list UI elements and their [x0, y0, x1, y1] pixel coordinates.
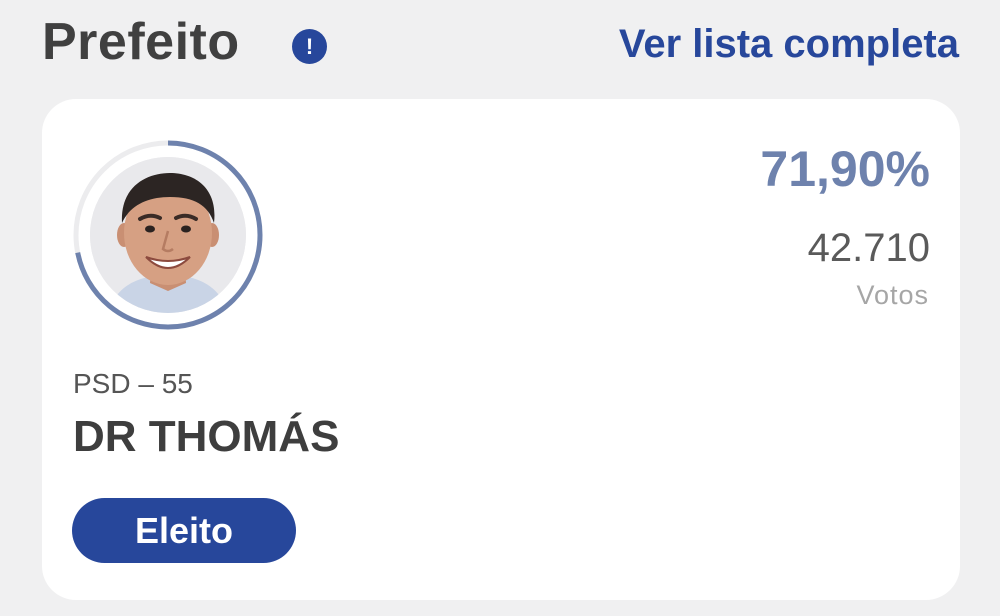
vote-count: 42.710: [807, 226, 930, 270]
vote-percentage: 71,90%: [760, 141, 930, 197]
vote-progress-ring: [68, 135, 268, 335]
section-title: Prefeito: [42, 13, 240, 71]
candidate-card: 71,90% 42.710 Votos PSD – 55 DR THOMÁS E…: [42, 99, 960, 600]
section-header: Prefeito ! Ver lista completa: [42, 10, 962, 80]
candidate-avatar: [90, 157, 246, 313]
elected-status-badge: Eleito: [72, 498, 296, 563]
candidate-photo: [90, 157, 246, 313]
candidate-name: DR THOMÁS: [73, 412, 340, 461]
candidate-party: PSD – 55: [73, 368, 193, 399]
info-icon[interactable]: !: [292, 29, 327, 64]
see-full-list-link[interactable]: Ver lista completa: [619, 16, 959, 72]
vote-count-label: Votos: [856, 280, 929, 310]
